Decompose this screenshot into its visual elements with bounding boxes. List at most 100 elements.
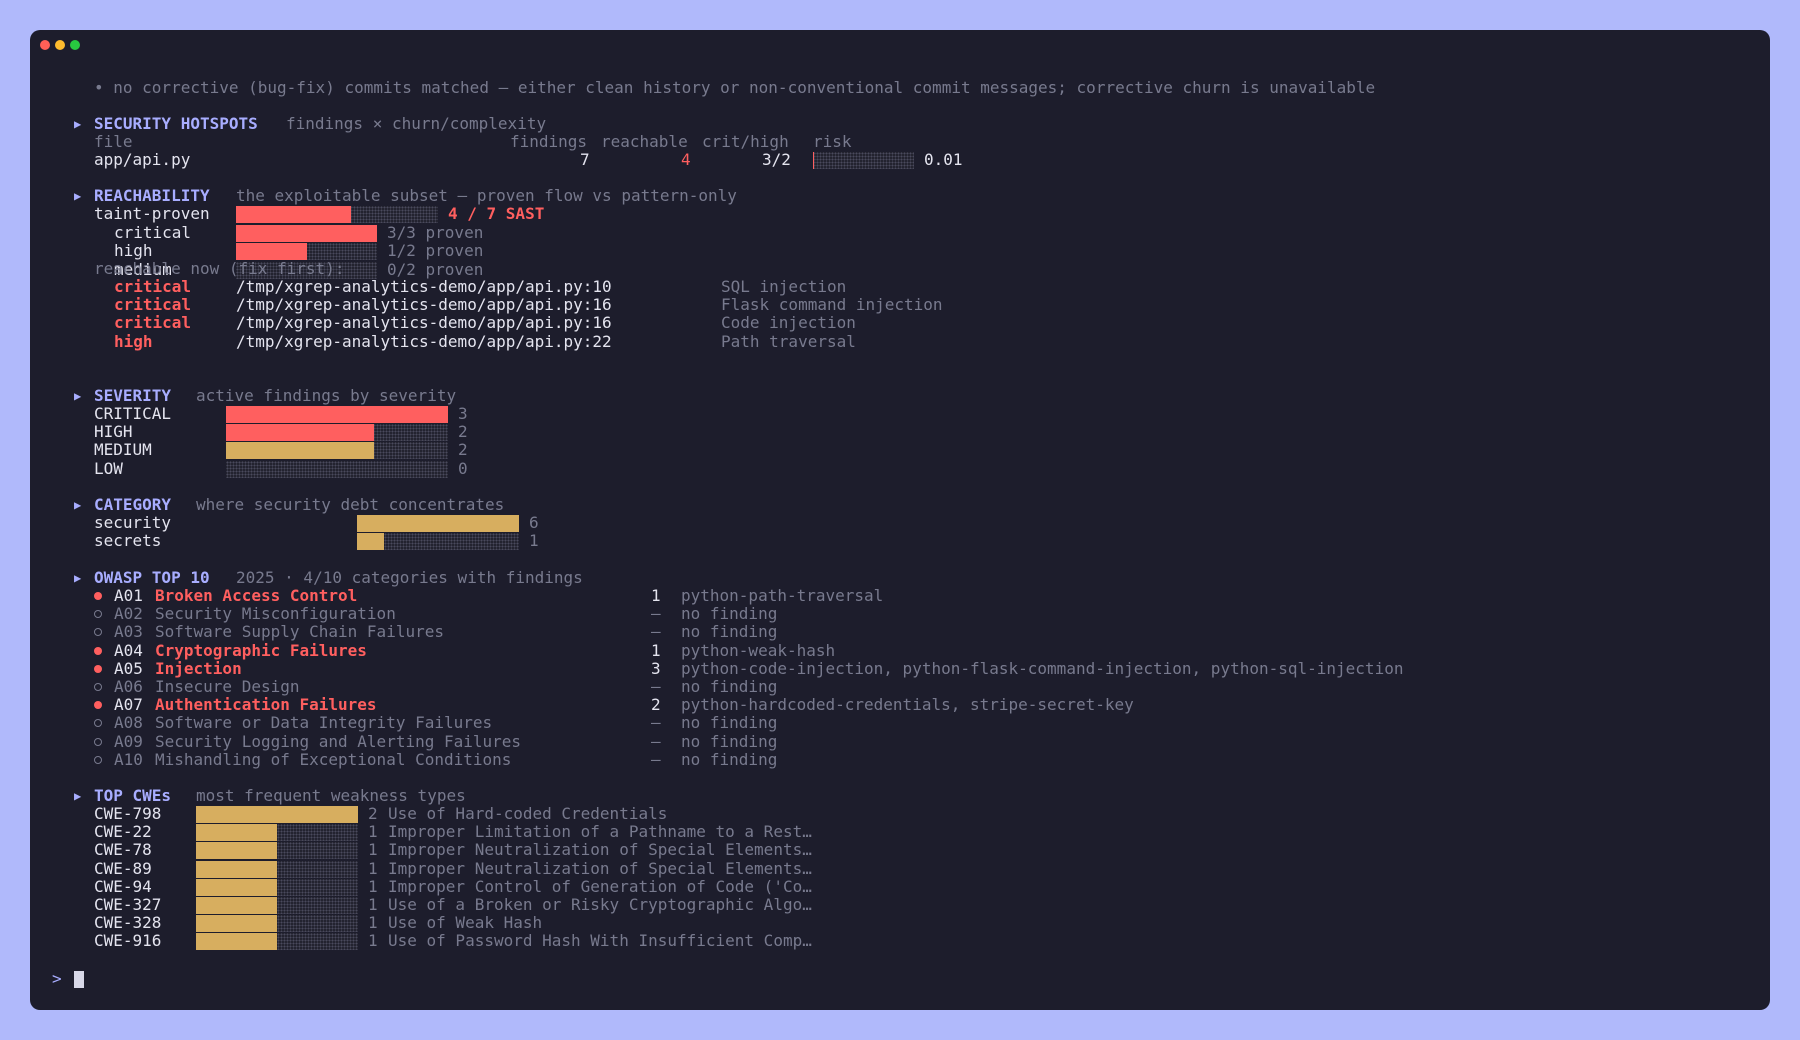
owasp-id: A01 bbox=[114, 586, 143, 605]
table-row[interactable]: CWE-89 1 Improper Neutralization of Specia… bbox=[30, 858, 1770, 878]
text-cursor[interactable] bbox=[74, 971, 84, 988]
list-item[interactable]: A08 Software or Data Integrity Failures – n… bbox=[30, 714, 1770, 732]
severity-bar bbox=[226, 406, 448, 423]
table-row[interactable]: CWE-328 1 Use of Weak Hash bbox=[30, 913, 1770, 933]
col-reachable: reachable bbox=[601, 132, 688, 151]
owasp-category-name: Cryptographic Failures bbox=[155, 640, 367, 660]
finding-location-link[interactable]: /tmp/xgrep-analytics-demo/app/api.py:16 bbox=[236, 295, 612, 314]
cwes-subtitle: most frequent weakness types bbox=[196, 786, 466, 805]
severity-bar bbox=[226, 424, 374, 442]
level-label: critical bbox=[114, 223, 192, 243]
table-row[interactable]: CWE-916 1 Use of Password Hash With Insuff… bbox=[30, 931, 1770, 951]
cwe-description: Use of Password Hash With Insufficient C… bbox=[388, 931, 812, 951]
owasp-rules: no finding bbox=[681, 749, 778, 769]
list-item[interactable]: A01 Broken Access Control 1 python-path-tra… bbox=[30, 586, 1770, 605]
severity-row: MEDIUM 2 bbox=[30, 441, 1770, 460]
cwe-bar bbox=[196, 878, 277, 896]
severity-label: LOW bbox=[94, 458, 123, 478]
table-row[interactable]: CWE-22 1 Improper Limitation of a Pathname… bbox=[30, 822, 1770, 842]
cwe-id[interactable]: CWE-78 bbox=[94, 841, 152, 859]
category-count: 1 bbox=[529, 531, 539, 551]
empty-circle-icon bbox=[94, 610, 102, 619]
filled-circle-icon bbox=[94, 664, 102, 673]
category-label: secrets bbox=[94, 531, 162, 551]
owasp-category-name: Software Supply Chain Failures bbox=[155, 622, 444, 642]
list-item[interactable]: A03 Software Supply Chain Failures – no fin… bbox=[30, 623, 1770, 641]
list-item[interactable]: critical/tmp/xgrep-analytics-demo/app/ap… bbox=[30, 314, 1770, 332]
cwe-description: Improper Control of Generation of Code (… bbox=[388, 876, 812, 896]
cwe-id[interactable]: CWE-89 bbox=[94, 859, 152, 878]
table-row[interactable]: CWE-94 1 Improper Control of Generation of… bbox=[30, 876, 1770, 896]
finding-location-link[interactable]: /tmp/xgrep-analytics-demo/app/api.py:16 bbox=[236, 314, 612, 332]
hotspot-reachable: 4 bbox=[681, 150, 691, 169]
empty-circle-icon bbox=[94, 719, 102, 728]
list-item[interactable]: A04 Cryptographic Failures 1 python-weak-ha… bbox=[30, 640, 1770, 660]
cwe-id[interactable]: CWE-798 bbox=[94, 804, 161, 823]
cwe-id[interactable]: CWE-22 bbox=[94, 822, 152, 841]
churn-note-text: • no corrective (bug-fix) commits matche… bbox=[94, 78, 1376, 97]
list-item[interactable]: A05 Injection 3 python-code-injection, pyth… bbox=[30, 658, 1770, 678]
list-item[interactable]: A02 Security Misconfiguration – no finding bbox=[30, 604, 1770, 623]
terminal-output: • no corrective (bug-fix) commits matche… bbox=[30, 30, 1770, 1010]
owasp-header: ▶ OWASP TOP 10 2025 · 4/10 categories wi… bbox=[30, 568, 1770, 587]
empty-circle-icon bbox=[94, 683, 102, 691]
cwe-bar bbox=[196, 842, 277, 860]
col-file: file bbox=[94, 132, 133, 151]
empty-circle-icon bbox=[94, 628, 102, 637]
prompt-line[interactable]: > bbox=[30, 969, 1770, 988]
table-row[interactable]: CWE-798 2 Use of Hard-coded Credentials bbox=[30, 804, 1770, 823]
cwe-bar bbox=[196, 860, 277, 878]
risk-bar-track bbox=[813, 152, 914, 169]
severity-subtitle: active findings by severity bbox=[196, 386, 457, 405]
cwe-id[interactable]: CWE-94 bbox=[94, 877, 152, 896]
severity-row: HIGH 2 bbox=[30, 422, 1770, 442]
owasp-category-name: Injection bbox=[155, 658, 242, 678]
cwe-id[interactable]: CWE-328 bbox=[94, 913, 161, 932]
filled-circle-icon bbox=[94, 592, 102, 600]
severity-row: CRITICAL 3 bbox=[30, 404, 1770, 423]
cwe-count: 1 bbox=[368, 913, 378, 933]
list-item[interactable]: critical/tmp/xgrep-analytics-demo/app/ap… bbox=[30, 277, 1770, 296]
risk-bar-fill bbox=[813, 152, 814, 169]
list-item[interactable]: A10 Mishandling of Exceptional Conditions… bbox=[30, 749, 1770, 769]
owasp-rules: no finding bbox=[681, 731, 778, 751]
finding-location-link[interactable]: /tmp/xgrep-analytics-demo/app/api.py:22 bbox=[236, 332, 612, 351]
category-subtitle: where security debt concentrates bbox=[196, 495, 505, 514]
cwe-id[interactable]: CWE-327 bbox=[94, 895, 161, 914]
cwe-id[interactable]: CWE-916 bbox=[94, 932, 161, 950]
list-item[interactable]: critical/tmp/xgrep-analytics-demo/app/ap… bbox=[30, 295, 1770, 314]
owasp-subtitle: 2025 · 4/10 categories with findings bbox=[236, 568, 583, 587]
cwe-count: 1 bbox=[368, 858, 378, 878]
taint-proven-row: taint-proven 4 / 7 SAST bbox=[30, 204, 1770, 223]
owasp-title: OWASP TOP 10 bbox=[94, 568, 210, 587]
table-row[interactable]: app/api.py 7 4 3/2 0.01 bbox=[30, 150, 1770, 169]
cwe-count: 1 bbox=[368, 895, 378, 914]
empty-circle-icon bbox=[94, 755, 102, 764]
owasp-rules: no finding bbox=[681, 622, 778, 642]
churn-note: • no corrective (bug-fix) commits matche… bbox=[30, 78, 1770, 97]
category-bar bbox=[357, 515, 519, 532]
list-item[interactable]: A07 Authentication Failures 2 python-hardco… bbox=[30, 695, 1770, 715]
hotspot-file[interactable]: app/api.py bbox=[94, 150, 190, 169]
list-item[interactable]: A09 Security Logging and Alerting Failure… bbox=[30, 731, 1770, 751]
cwe-description: Use of Hard-coded Credentials bbox=[388, 804, 668, 823]
finding-location-link[interactable]: /tmp/xgrep-analytics-demo/app/api.py:10 bbox=[236, 277, 612, 296]
severity-header: ▶ SEVERITY active findings by severity bbox=[30, 386, 1770, 405]
table-row[interactable]: CWE-78 1 Improper Neutralization of Specia… bbox=[30, 841, 1770, 860]
owasp-category-name: Authentication Failures bbox=[155, 695, 377, 715]
finding-severity: critical bbox=[114, 313, 192, 333]
cwes-header: ▶ TOP CWEs most frequent weakness types bbox=[30, 786, 1770, 805]
list-item[interactable]: A06 Insecure Design – no finding bbox=[30, 677, 1770, 696]
owasp-count: – bbox=[651, 713, 661, 733]
severity-bar-track bbox=[226, 460, 448, 478]
owasp-id: A06 bbox=[114, 677, 143, 696]
table-row[interactable]: CWE-327 1 Use of a Broken or Risky Cryptog… bbox=[30, 895, 1770, 914]
cwe-description: Use of a Broken or Risky Cryptographic A… bbox=[388, 895, 812, 914]
severity-count: 3 bbox=[458, 404, 468, 423]
reachability-level-row: critical 3/3 proven bbox=[30, 223, 1770, 243]
cwe-count: 2 bbox=[368, 804, 378, 823]
owasp-rules: no finding bbox=[681, 713, 778, 733]
list-item[interactable]: high/tmp/xgrep-analytics-demo/app/api.py… bbox=[30, 332, 1770, 351]
level-proven-text: 3/3 proven bbox=[387, 223, 484, 243]
hotspot-risk: 0.01 bbox=[924, 150, 963, 169]
